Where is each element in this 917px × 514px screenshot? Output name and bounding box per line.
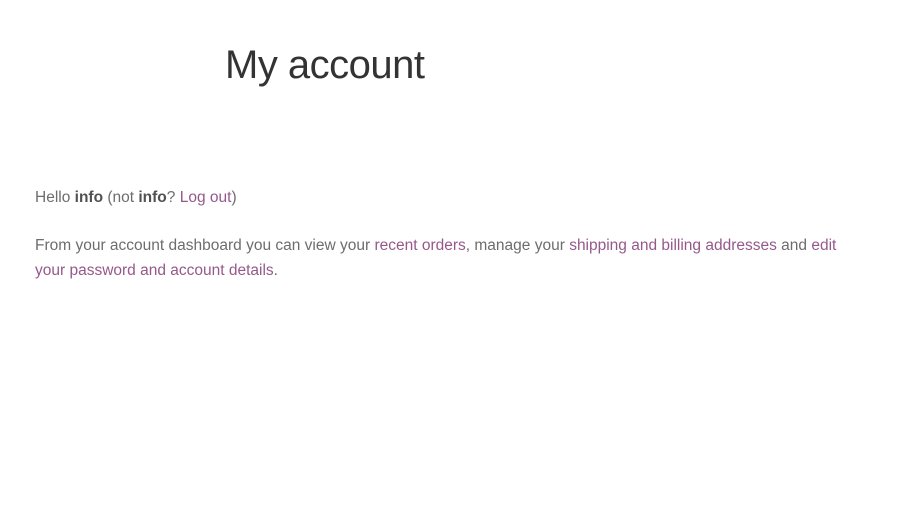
dashboard-intro-text: From your account dashboard you can view… [35, 237, 375, 254]
dashboard-and-text: and [776, 237, 812, 254]
account-dashboard-content: Hello info (not info? Log out) From your… [35, 185, 865, 283]
greeting-username-repeat: info [138, 189, 167, 206]
greeting-close-paren: ) [231, 189, 237, 206]
greeting-question-text: ? [166, 189, 180, 206]
dashboard-manage-text: , manage your [465, 237, 570, 254]
page-title: My account [225, 43, 425, 87]
greeting-not-text: (not [103, 189, 139, 206]
greeting-hello-text: Hello [35, 189, 75, 206]
recent-orders-link[interactable]: recent orders [374, 237, 465, 254]
dashboard-end-text: . [273, 262, 278, 279]
dashboard-description: From your account dashboard you can view… [35, 233, 865, 283]
greeting-line: Hello info (not info? Log out) [35, 185, 865, 210]
addresses-link[interactable]: shipping and billing addresses [569, 237, 777, 254]
greeting-username: info [74, 189, 104, 206]
logout-link[interactable]: Log out [180, 189, 232, 206]
